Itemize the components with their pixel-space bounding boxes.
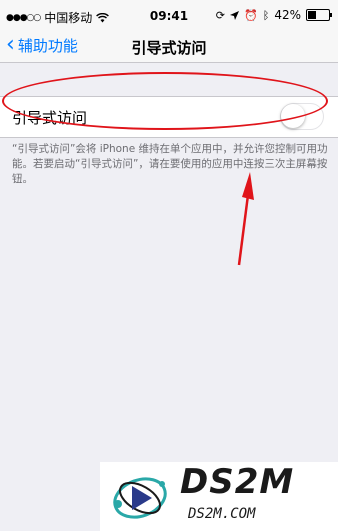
battery-fill [308, 11, 316, 19]
status-right: ⟳ ⏰ ᛒ 42% [215, 8, 332, 22]
navigation-bar: ‹ 辅助功能 引导式访问 [0, 32, 338, 63]
battery-percent: 42% [274, 8, 301, 22]
guided-access-description: “引导式访问”会将 iPhone 维持在单个应用中，并允许您控制可用功能。若要启… [12, 143, 328, 185]
page-title: 引导式访问 [131, 39, 207, 57]
red-annotation-ellipse [2, 72, 328, 130]
red-annotation-arrow [237, 172, 254, 266]
bluetooth-icon: ᛒ [262, 8, 270, 22]
status-bar: ●●●○○ 中国移动 09:41 ⟳ ⏰ ᛒ 42% [0, 0, 338, 32]
watermark: DS2M DS2M.COM [100, 462, 338, 531]
watermark-url-text: DS2M.COM [188, 506, 256, 522]
watermark-brand-text: DS2M [180, 462, 295, 502]
battery-icon [306, 9, 332, 21]
ds2m-logo-icon [113, 477, 167, 519]
alarm-icon: ⏰ [244, 8, 258, 22]
rotation-lock-icon: ⟳ [215, 8, 226, 22]
location-icon [230, 10, 240, 20]
